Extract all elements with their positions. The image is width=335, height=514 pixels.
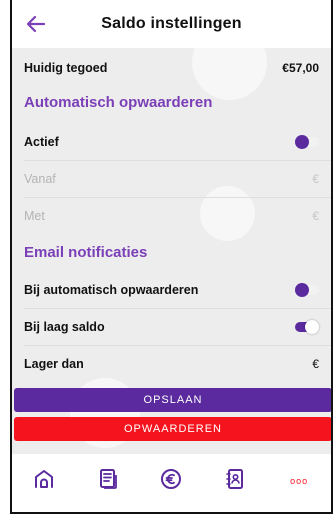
- arrow-left-icon[interactable]: [24, 12, 48, 36]
- email-auto-label: Bij automatisch opwaarderen: [24, 283, 199, 297]
- email-low-label: Bij laag saldo: [24, 320, 105, 334]
- active-label: Actief: [24, 135, 59, 149]
- balance-row: Huidig tegoed €57,00: [12, 50, 331, 86]
- amount-label: Met: [24, 209, 45, 223]
- more-icon: ooo: [290, 476, 309, 486]
- email-auto-topup-row: Bij automatisch opwaarderen: [12, 272, 331, 308]
- euro-icon: [159, 467, 183, 496]
- contacts-icon: [223, 467, 247, 496]
- from-label: Vanaf: [24, 172, 56, 186]
- email-low-balance-toggle[interactable]: [295, 320, 319, 334]
- tab-contacts[interactable]: [215, 461, 255, 501]
- section-auto-topup: Automatisch opwaarderen: [24, 94, 213, 111]
- tab-balance[interactable]: [151, 461, 191, 501]
- phone-frame: Saldo instellingen Huidig tegoed €57,00 …: [10, 0, 333, 514]
- email-low-balance-row: Bij laag saldo: [12, 309, 331, 345]
- tab-home[interactable]: [24, 461, 64, 501]
- page-title: Saldo instellingen: [101, 15, 242, 32]
- amount-row[interactable]: Met €: [12, 198, 331, 234]
- app-header: Saldo instellingen: [12, 0, 331, 48]
- tab-documents[interactable]: [88, 461, 128, 501]
- amount-currency: €: [312, 209, 319, 223]
- auto-topup-toggle[interactable]: [295, 135, 319, 149]
- balance-label: Huidig tegoed: [24, 61, 108, 75]
- below-label: Lager dan: [24, 357, 84, 371]
- topup-button[interactable]: OPWAARDEREN: [14, 417, 331, 441]
- save-button[interactable]: OPSLAAN: [14, 388, 331, 412]
- home-icon: [32, 467, 56, 496]
- bottom-tab-bar: ooo: [12, 454, 331, 512]
- below-currency: €: [312, 357, 319, 371]
- section-email-notifications: Email notificaties: [24, 244, 148, 261]
- from-currency: €: [312, 172, 319, 186]
- auto-topup-active-row: Actief: [12, 124, 331, 160]
- document-icon: [96, 467, 120, 496]
- from-row[interactable]: Vanaf €: [12, 161, 331, 197]
- email-auto-topup-toggle[interactable]: [295, 283, 319, 297]
- tab-more[interactable]: ooo: [279, 461, 319, 501]
- balance-value: €57,00: [282, 61, 319, 75]
- below-threshold-row[interactable]: Lager dan €: [12, 346, 331, 382]
